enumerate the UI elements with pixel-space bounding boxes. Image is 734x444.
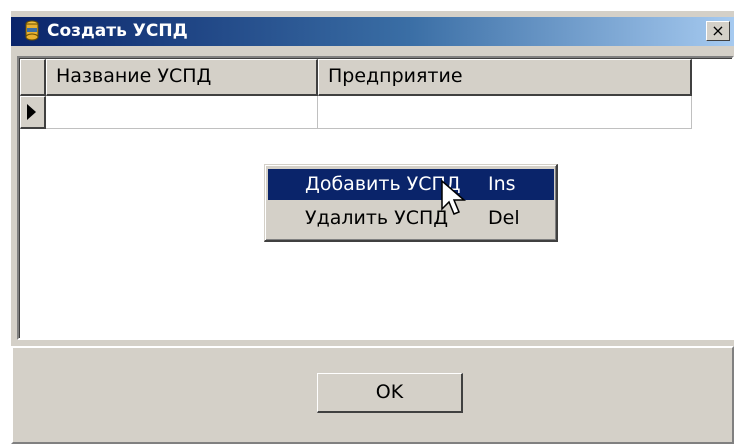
menu-item-delete-shortcut: Del bbox=[488, 207, 520, 229]
cell-enterprise[interactable] bbox=[318, 96, 692, 129]
title-bar[interactable]: Создать УСПД × bbox=[11, 17, 734, 46]
cell-name[interactable] bbox=[46, 96, 318, 129]
menu-item-add-label: Добавить УСПД bbox=[305, 173, 461, 195]
grid-corner-cell bbox=[20, 59, 46, 96]
database-icon bbox=[25, 20, 39, 41]
window-title: Создать УСПД bbox=[47, 21, 188, 41]
row-pointer-icon bbox=[27, 104, 36, 120]
context-menu: Добавить УСПД Ins Удалить УСПД Del bbox=[264, 164, 558, 242]
column-header-name[interactable]: Название УСПД bbox=[46, 59, 318, 96]
table-row[interactable] bbox=[20, 96, 692, 129]
ok-button[interactable]: OK bbox=[317, 373, 463, 413]
button-panel: OK bbox=[11, 346, 734, 444]
menu-item-add-shortcut: Ins bbox=[488, 173, 516, 195]
window-top-edge bbox=[0, 0, 734, 11]
grid-header: Название УСПД Предприятие bbox=[20, 59, 692, 96]
mouse-pointer-icon bbox=[441, 179, 467, 215]
close-button[interactable]: × bbox=[706, 21, 730, 41]
menu-item-delete[interactable]: Удалить УСПД Del bbox=[268, 203, 554, 234]
menu-item-add[interactable]: Добавить УСПД Ins bbox=[268, 169, 554, 200]
window-left-edge bbox=[0, 0, 11, 444]
close-icon: × bbox=[711, 21, 725, 40]
menu-item-delete-label: Удалить УСПД bbox=[305, 207, 449, 229]
column-header-enterprise[interactable]: Предприятие bbox=[318, 59, 692, 96]
dialog-window: Создать УСПД × Название УСПД Предприятие… bbox=[0, 0, 734, 444]
row-indicator bbox=[20, 96, 46, 129]
